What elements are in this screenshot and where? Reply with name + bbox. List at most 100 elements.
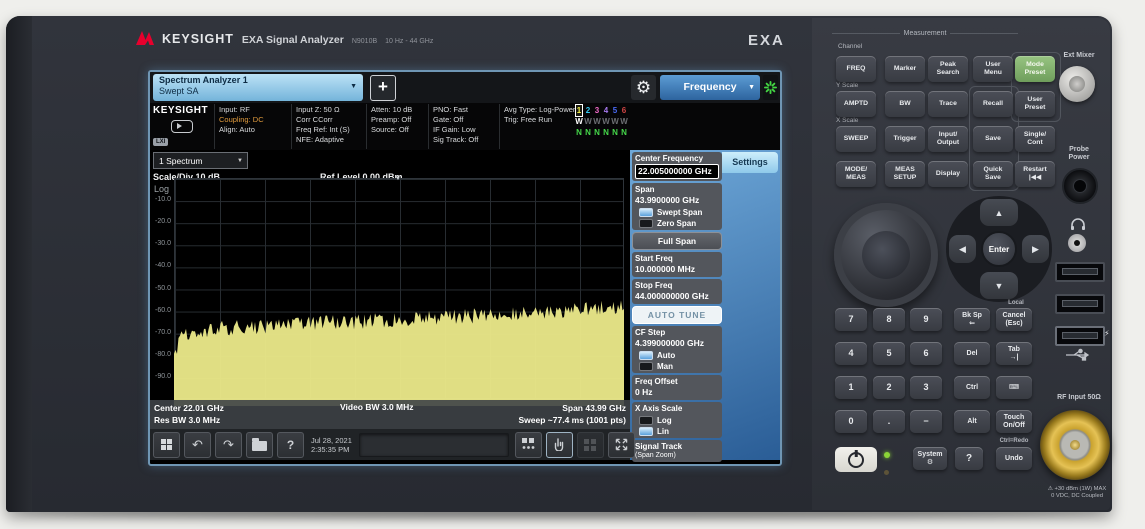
stop-freq-value[interactable]: 44.000000000 GHz <box>635 291 719 302</box>
gear-icon[interactable]: ⚙ <box>631 75 656 100</box>
enter-button[interactable]: Enter <box>981 231 1017 267</box>
key-bk-sp[interactable]: Bk Sp ⇐ <box>954 308 990 331</box>
dpad-left-button[interactable]: ◀ <box>949 235 976 263</box>
grid-view-button[interactable] <box>577 432 604 458</box>
rpg-knob[interactable] <box>834 203 938 307</box>
spectrum-display[interactable]: 1 Spectrum ▼ Scale/Div 10 dB Ref Level 0… <box>150 150 630 460</box>
power-button[interactable] <box>835 447 877 472</box>
key-9[interactable]: 9 <box>910 308 942 331</box>
hardkey-sweep[interactable]: SWEEP <box>836 126 876 152</box>
trace-indicator-1[interactable]: 1WN <box>575 105 583 138</box>
key-3[interactable]: 3 <box>910 376 942 399</box>
swept-span-radio[interactable]: Swept Span <box>639 208 719 217</box>
trace-indicator-2[interactable]: 2WN <box>584 105 592 138</box>
key-7[interactable]: 7 <box>835 308 867 331</box>
x-axis-scale-control[interactable]: X Axis Scale Log Lin <box>632 402 722 438</box>
cf-step-auto-radio[interactable]: Auto <box>639 351 719 360</box>
key-cancel-esc[interactable]: Cancel (Esc) <box>996 308 1032 331</box>
redo-button[interactable]: ↷ <box>215 432 242 458</box>
hardkey-trace[interactable]: Trace <box>928 91 968 117</box>
full-span-button[interactable]: Full Span <box>632 232 722 250</box>
key-6[interactable]: 6 <box>910 342 942 365</box>
x-axis-scale-label: X Axis Scale <box>635 404 719 414</box>
center-annotation: Center 22.01 GHz <box>154 402 224 414</box>
hardkey-peak-search[interactable]: Peak Search <box>928 56 968 82</box>
cf-step-man-radio[interactable]: Man <box>639 362 719 371</box>
signal-track-control[interactable]: Signal Track (Span Zoom) <box>632 440 722 462</box>
freq-offset-control[interactable]: Freq Offset 0 Hz <box>632 375 722 400</box>
hardkey-display[interactable]: Display <box>928 161 968 187</box>
hardkey-save[interactable]: Save <box>973 126 1013 152</box>
undo-icon: ↶ <box>192 437 203 453</box>
key-ctrl[interactable]: Ctrl <box>954 376 990 399</box>
menu-selector-dropdown[interactable]: Frequency ▼ <box>660 75 760 100</box>
key-2[interactable]: 2 <box>873 376 905 399</box>
key-system[interactable]: System ⚙ <box>913 447 947 470</box>
dpad-right-button[interactable]: ▶ <box>1022 235 1049 263</box>
key-4[interactable]: 4 <box>835 342 867 365</box>
help-button[interactable]: ? <box>277 432 304 458</box>
status-item-source: Source: Off <box>371 125 424 135</box>
stop-freq-control[interactable]: Stop Freq 44.000000000 GHz <box>632 279 722 304</box>
dpad: ▲ ▼ ◀ ▶ Enter <box>946 196 1052 302</box>
key-5[interactable]: 5 <box>873 342 905 365</box>
trace-selector-dropdown[interactable]: 1 Spectrum ▼ <box>153 152 248 169</box>
start-freq-control[interactable]: Start Freq 10.000000 MHz <box>632 252 722 277</box>
key-8[interactable]: 8 <box>873 308 905 331</box>
windows-start-button[interactable] <box>153 432 180 458</box>
key-touch-on-off[interactable]: Touch On/Off <box>996 410 1032 433</box>
key-[interactable]: . <box>873 410 905 433</box>
hardkey-amptd[interactable]: AMPTD <box>836 91 876 117</box>
key-0[interactable]: 0 <box>835 410 867 433</box>
trace-indicator-3[interactable]: 3WN <box>593 105 601 138</box>
undo-button[interactable]: ↶ <box>184 432 211 458</box>
key-tab[interactable]: Tab →| <box>996 342 1032 365</box>
key-help[interactable]: ? <box>955 447 983 470</box>
trace-indicator-5[interactable]: 5WN <box>611 105 619 138</box>
trace-indicator-4[interactable]: 4WN <box>602 105 610 138</box>
x-scale-log-radio[interactable]: Log <box>639 416 719 425</box>
fullscreen-button[interactable] <box>608 432 635 458</box>
dpad-down-button[interactable]: ▼ <box>980 272 1018 299</box>
span-value[interactable]: 43.9900000 GHz <box>635 195 719 206</box>
key-[interactable]: ⌨ <box>996 376 1032 399</box>
y-scale-group-label: Y Scale <box>836 82 858 89</box>
x-scale-lin-radio[interactable]: Lin <box>639 427 719 436</box>
trace-indicator-6[interactable]: 6WN <box>620 105 628 138</box>
grid-icon <box>584 439 596 451</box>
hardkey-mode-meas[interactable]: MODE/ MEAS <box>836 161 876 187</box>
center-frequency-control[interactable]: Center Frequency 22.005000000 GHz <box>632 152 722 181</box>
menu-selector-label: Frequency <box>683 81 736 93</box>
measurement-tab[interactable]: Spectrum Analyzer 1 Swept SA ▼ <box>153 74 363 101</box>
hardkey-recall[interactable]: Recall <box>973 91 1013 117</box>
touch-mode-button[interactable] <box>546 432 573 458</box>
annotation-bar: Center 22.01 GHz Res BW 3.0 MHz Video BW… <box>150 400 630 429</box>
cf-step-control[interactable]: CF Step 4.399000000 GHz Auto Man <box>632 326 722 373</box>
cf-step-value[interactable]: 4.399000000 GHz <box>635 338 719 349</box>
dpad-up-button[interactable]: ▲ <box>980 199 1018 226</box>
zero-span-radio[interactable]: Zero Span <box>639 219 719 228</box>
hardkey-input-output[interactable]: Input/ Output <box>928 126 968 152</box>
key-undo[interactable]: Undo <box>996 447 1032 470</box>
add-measurement-button[interactable]: + <box>370 75 396 101</box>
hardkey-trigger[interactable]: Trigger <box>885 126 925 152</box>
freq-offset-value[interactable]: 0 Hz <box>635 387 719 398</box>
hardkey-freq[interactable]: FREQ <box>836 56 876 82</box>
status-message-field <box>359 433 509 457</box>
start-freq-value[interactable]: 10.000000 MHz <box>635 264 719 275</box>
key-[interactable]: − <box>910 410 942 433</box>
key-del[interactable]: Del <box>954 342 990 365</box>
tab-settings[interactable]: Settings <box>722 152 778 173</box>
auto-tune-button[interactable]: AUTO TUNE <box>632 306 722 324</box>
hardkey-meas-setup[interactable]: MEAS SETUP <box>885 161 925 187</box>
hardkey-quick-save[interactable]: Quick Save <box>973 161 1013 187</box>
hardkey-bw[interactable]: BW <box>885 91 925 117</box>
hardkey-user-menu[interactable]: User Menu <box>973 56 1013 82</box>
span-control[interactable]: Span 43.9900000 GHz Swept Span Zero Span <box>632 183 722 230</box>
hardkey-marker[interactable]: Marker <box>885 56 925 82</box>
center-frequency-value[interactable]: 22.005000000 GHz <box>635 164 719 179</box>
key-alt[interactable]: Alt <box>954 410 990 433</box>
key-1[interactable]: 1 <box>835 376 867 399</box>
window-layout-button[interactable] <box>515 432 542 458</box>
file-explorer-button[interactable] <box>246 432 273 458</box>
